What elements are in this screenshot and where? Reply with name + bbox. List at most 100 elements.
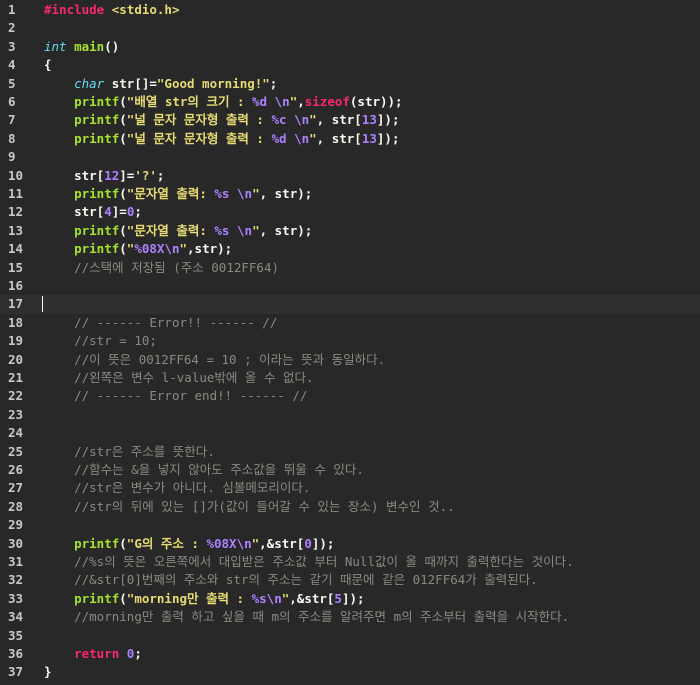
code-token: ( (119, 94, 127, 109)
code-token: ( (119, 241, 127, 257)
code-token: ; (269, 75, 278, 91)
code-token: "문자열 출력: (126, 186, 215, 201)
code-line[interactable]: #include <stdio.h> (44, 1, 179, 19)
code-line[interactable]: //왼쪽은 변수 l-value밖에 올 수 없다. (44, 369, 314, 387)
code-token: printf (74, 241, 120, 257)
code-line[interactable]: str[12]='?'; (44, 167, 164, 185)
code-line[interactable]: // ------ Error!! ------ // (44, 314, 277, 332)
code-token: ; (156, 167, 165, 183)
code-token: printf (74, 590, 120, 606)
code-token: 13 (361, 112, 377, 128)
code-token: , str[ (316, 130, 362, 146)
code-token: \n (294, 112, 310, 128)
code-line[interactable]: //스택에 저장됨 (주소 0012FF64) (44, 259, 279, 277)
code-line[interactable]: printf("문자열 출력: %s \n", str); (44, 222, 312, 240)
code-token: #include (44, 2, 105, 17)
code-line[interactable]: //str의 뒤에 있는 []가(값이 들어갈 수 있는 장소) 변수인 것.. (44, 498, 455, 516)
code-token: //&str[0]번째의 주소와 str의 주소는 같기 때문에 같은 012F… (74, 572, 538, 588)
code-line[interactable]: printf("G의 주소 : %08X\n",&str[0]); (44, 535, 334, 553)
code-line[interactable]: //&str[0]번째의 주소와 str의 주소는 같기 때문에 같은 012F… (44, 571, 538, 589)
code-token: ( (119, 130, 127, 146)
code-token: " (309, 112, 317, 128)
code-token: // ------ Error!! ------ // (74, 314, 278, 330)
code-line[interactable]: //이 뜻은 0012FF64 = 10 ; 이라는 뜻과 동일하다. (44, 351, 385, 369)
code-line[interactable]: printf("%08X\n",str); (44, 240, 232, 258)
code-token: ; (134, 646, 142, 661)
code-token: printf (74, 112, 120, 128)
code-token: int (44, 38, 67, 54)
line-number: 20 (8, 351, 24, 367)
code-line[interactable]: //함수는 &을 넣지 않아도 주소값을 뛰울 수 있다. (44, 461, 364, 479)
code-token: str[ (74, 167, 105, 183)
line-number: 27 (8, 480, 24, 496)
code-token: %c (271, 112, 287, 128)
line-number: 16 (8, 278, 24, 293)
line-number: 21 (8, 370, 24, 385)
code-line[interactable]: //str은 주소를 뜻한다. (44, 443, 215, 461)
code-token: \n (237, 222, 253, 238)
code-token: ; (134, 204, 142, 220)
code-editor[interactable]: 1 2 3 4 5 6 7 8 9 10 11 12 13 14 15 16 17 18 19 20 21 22 23 24 2… (0, 0, 700, 685)
code-line[interactable]: //morning만 출력 하고 싶을 때 m의 주소를 알려주면 m의 주소부… (44, 608, 569, 626)
code-token: %08X (206, 535, 237, 551)
code-token: %d (271, 130, 287, 146)
line-number: 29 (8, 517, 24, 533)
code-token: ,&str[ (259, 535, 305, 551)
code-line[interactable]: printf("배열 str의 크기 : %d \n",sizeof(str))… (44, 93, 402, 111)
code-line[interactable]: //str = 10; (44, 332, 157, 350)
line-number: 11 (8, 186, 24, 201)
text-cursor (42, 296, 43, 313)
code-line[interactable]: } (44, 663, 52, 681)
code-token: return (74, 646, 120, 661)
code-line[interactable]: printf("morning만 출력 : %s\n",&str[5]); (44, 590, 364, 608)
code-token: char (74, 75, 105, 91)
line-number: 15 (8, 259, 24, 275)
line-number: 18 (8, 314, 24, 330)
code-token: //str은 변수가 아니다. 심볼메모리이다. (74, 480, 311, 496)
code-line[interactable]: printf("널 문자 문자형 출력 : %c \n", str[13]); (44, 111, 399, 129)
line-number: 9 (8, 149, 16, 165)
code-line[interactable]: return 0; (44, 645, 142, 663)
line-number: 1 (8, 2, 16, 17)
code-line[interactable]: // ------ Error end!! ------ // (44, 387, 307, 405)
code-token: //str = 10; (74, 333, 157, 349)
code-token: // ------ Error end!! ------ // (74, 388, 308, 404)
code-token: \n (236, 535, 252, 551)
code-token: //왼쪽은 변수 l-value밖에 올 수 없다. (74, 370, 314, 385)
code-token: 12 (104, 167, 120, 183)
code-line[interactable]: int main() (44, 38, 119, 56)
code-token: //str은 주소를 뜻한다. (74, 443, 215, 459)
code-line[interactable]: printf("널 문자 문자형 출력 : %d \n", str[13]); (44, 130, 399, 148)
code-token: printf (74, 186, 120, 201)
code-token: ( (119, 535, 127, 551)
line-number: 23 (8, 406, 24, 422)
code-token: , str[ (316, 112, 362, 128)
code-token: , str); (259, 186, 313, 201)
line-number: 14 (8, 241, 24, 257)
code-line[interactable]: printf("문자열 출력: %s \n", str); (44, 185, 312, 203)
line-number: 26 (8, 462, 24, 477)
code-token: "Good morning!" (156, 75, 270, 91)
code-line[interactable]: //%s의 뜻은 오른쪽에서 대입받은 주소값 부터 Null값이 올 때까지 … (44, 553, 574, 571)
code-line[interactable]: str[4]=0; (44, 203, 142, 221)
line-number: 13 (8, 222, 24, 238)
code-line[interactable]: { (44, 56, 52, 74)
code-token: , str); (259, 222, 313, 238)
code-line[interactable]: //str은 변수가 아니다. 심볼메모리이다. (44, 479, 310, 497)
code-line[interactable]: char str[]="Good morning!"; (44, 75, 277, 93)
code-token: " (179, 241, 188, 257)
